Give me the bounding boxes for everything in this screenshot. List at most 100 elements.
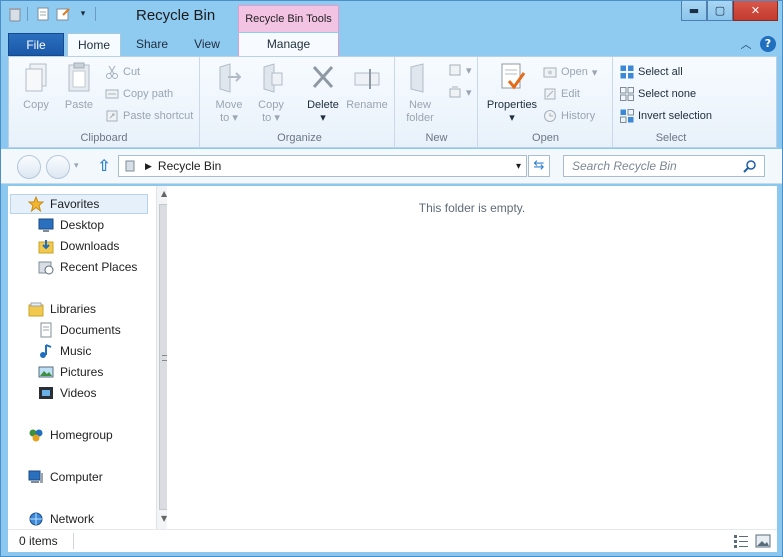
properties-icon[interactable] [35, 6, 51, 22]
new-group-label: New [425, 132, 448, 144]
select-none-label: Select none [638, 88, 697, 100]
copy-path-label: Copy path [123, 88, 174, 100]
nav-homegroup[interactable]: Homegroup [28, 427, 113, 443]
new-folder-qat-icon[interactable] [55, 6, 71, 22]
open-label: Open [561, 66, 588, 78]
tab-home[interactable]: Home [67, 33, 121, 57]
title-bar: ▾ Recycle Bin Recycle Bin Tools ▬ ▢ ✕ [1, 1, 782, 33]
nav-network[interactable]: Network [28, 511, 94, 527]
edit-button[interactable]: Edit [543, 87, 580, 101]
help-icon[interactable]: ? [760, 36, 776, 52]
select-group-label: Select [655, 132, 687, 144]
copy-path-button[interactable]: Copy path [105, 87, 173, 101]
select-none-button[interactable]: Select none [620, 87, 696, 101]
open-icon [543, 65, 557, 79]
copy-to-button[interactable]: Copy to ▾ [253, 61, 289, 125]
nav-videos-label: Videos [60, 386, 97, 400]
new-folder-label-2: folder [406, 112, 434, 124]
nav-recent-places-label: Recent Places [60, 260, 138, 274]
view-switcher [733, 533, 771, 549]
open-button[interactable]: Open ▾ [543, 65, 597, 79]
select-group: Select all Select none Invert selection … [614, 57, 728, 147]
navigation-pane: Favorites Desktop Downloads Recent Place… [8, 186, 173, 529]
window-title: Recycle Bin [136, 7, 216, 24]
tab-view[interactable]: View [181, 33, 233, 56]
tab-share[interactable]: Share [126, 33, 178, 56]
libraries-icon [28, 301, 44, 317]
rename-icon [352, 61, 382, 95]
select-all-button[interactable]: Select all [620, 65, 683, 79]
properties-check-icon [497, 61, 527, 95]
tab-manage[interactable]: Manage [238, 33, 339, 56]
move-to-button[interactable]: Move to ▾ [211, 61, 247, 125]
new-item-button[interactable]: ▾ [448, 63, 472, 77]
address-bar[interactable]: ▶ Recycle Bin ▾ [118, 155, 527, 177]
documents-icon [38, 322, 54, 338]
tab-file[interactable]: File [8, 33, 64, 56]
paste-shortcut-button[interactable]: Paste shortcut [105, 109, 193, 123]
recent-locations-chevron-icon[interactable]: ▾ [74, 161, 79, 171]
up-arrow-icon[interactable]: ⇧ [95, 157, 113, 175]
history-button[interactable]: History [543, 109, 595, 123]
nav-downloads[interactable]: Downloads [38, 238, 119, 254]
nav-music[interactable]: Music [38, 343, 91, 359]
nav-pictures[interactable]: Pictures [38, 364, 103, 380]
nav-videos[interactable]: Videos [38, 385, 96, 401]
details-view-icon[interactable] [733, 533, 749, 549]
paste-shortcut-icon [105, 109, 119, 123]
nav-favorites[interactable]: Favorites [10, 194, 148, 214]
properties-button[interactable]: Properties ▾ [483, 61, 541, 125]
easy-access-icon [448, 85, 462, 99]
forward-button[interactable] [46, 155, 70, 179]
new-item-icon [448, 63, 462, 77]
refresh-icon[interactable]: ⇆ [528, 155, 550, 177]
breadcrumb-arrow-icon[interactable]: ▶ [145, 161, 152, 172]
file-list[interactable]: This folder is empty. [167, 186, 777, 529]
downloads-icon [38, 238, 54, 254]
close-button[interactable]: ✕ [733, 1, 778, 21]
chevron-down-icon[interactable]: ▾ [75, 6, 91, 22]
paste-label: Paste [64, 99, 94, 111]
search-icon[interactable] [743, 159, 757, 176]
nav-desktop-label: Desktop [60, 218, 105, 232]
nav-computer[interactable]: Computer [28, 469, 103, 485]
nav-libraries[interactable]: Libraries [28, 301, 96, 317]
search-input[interactable]: Search Recycle Bin [563, 155, 765, 177]
address-dropdown-icon[interactable]: ▾ [516, 161, 521, 172]
computer-icon [28, 469, 44, 485]
maximize-button[interactable]: ▢ [707, 1, 733, 21]
videos-icon [38, 385, 54, 401]
large-icons-view-icon[interactable] [755, 533, 771, 549]
nav-desktop[interactable]: Desktop [38, 217, 104, 233]
new-folder-label: New [408, 99, 431, 111]
paste-shortcut-label: Paste shortcut [123, 110, 194, 122]
easy-access-button[interactable]: ▾ [448, 85, 472, 99]
address-path[interactable]: Recycle Bin [158, 159, 221, 173]
minimize-ribbon-icon[interactable]: ︿ [738, 36, 754, 52]
copy-to-label: Copy [258, 99, 284, 111]
move-to-icon [214, 61, 244, 95]
cut-button[interactable]: Cut [105, 65, 140, 79]
select-all-label: Select all [638, 66, 683, 78]
nav-recent-places[interactable]: Recent Places [38, 259, 137, 275]
delete-x-icon [308, 61, 338, 95]
properties-label: Properties [486, 99, 538, 111]
select-all-icon [620, 65, 634, 79]
scissors-icon [105, 65, 119, 79]
copy-button[interactable]: Copy [19, 61, 53, 112]
new-folder-button[interactable]: New folder [402, 61, 438, 125]
nav-downloads-label: Downloads [60, 239, 120, 253]
open-group: Properties ▾ Open ▾ Edit History Open [479, 57, 613, 147]
minimize-button[interactable]: ▬ [681, 1, 707, 21]
back-button[interactable] [17, 155, 41, 179]
delete-button[interactable]: Delete ▾ [303, 61, 343, 125]
window-controls: ▬ ▢ ✕ [681, 1, 778, 21]
invert-selection-button[interactable]: Invert selection [620, 109, 712, 123]
nav-computer-label: Computer [50, 470, 103, 484]
nav-documents[interactable]: Documents [38, 322, 121, 338]
rename-button[interactable]: Rename [345, 61, 389, 112]
history-label: History [561, 110, 596, 122]
edit-icon [543, 87, 557, 101]
toolbar-divider [95, 7, 99, 21]
paste-button[interactable]: Paste [61, 61, 97, 112]
